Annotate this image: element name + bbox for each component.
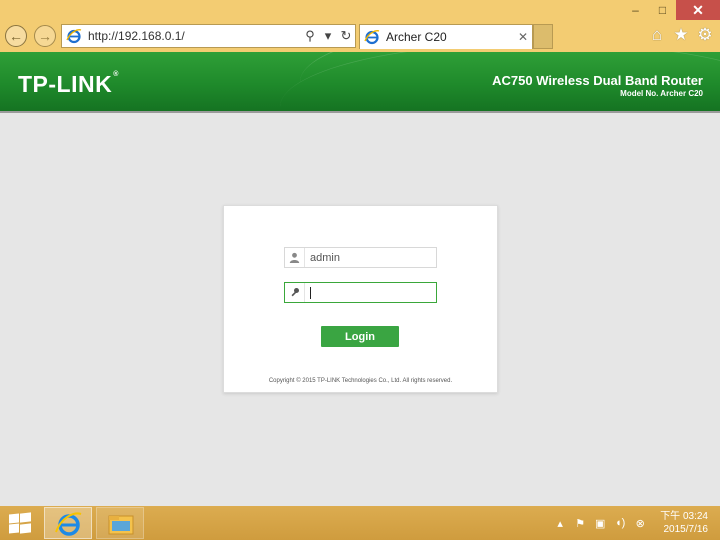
- folder-icon: [108, 515, 134, 535]
- clock-time: 下午 03:24: [660, 511, 708, 522]
- forward-button[interactable]: →: [34, 25, 56, 47]
- browser-chrome: – □ ✕ ← → http://192.168.0.1/ ⚲ ▾ ↻ Arch…: [0, 0, 720, 52]
- model-number: Model No. Archer C20: [620, 89, 703, 98]
- window-controls: – □ ✕: [622, 0, 720, 20]
- home-icon[interactable]: ⌂: [648, 26, 666, 44]
- taskbar-file-explorer[interactable]: [96, 507, 144, 539]
- username-value: admin: [310, 251, 340, 264]
- internet-explorer-icon: [55, 512, 82, 536]
- system-tray: ▴ ⚑ ▣ ◖) ⊗ 下午 03:24 2015/7/16: [550, 506, 720, 540]
- product-name: AC750 Wireless Dual Band Router: [492, 73, 703, 88]
- clock-date: 2015/7/16: [663, 524, 709, 535]
- favorites-star-icon[interactable]: ★: [672, 26, 690, 44]
- show-hidden-icons-chevron-icon[interactable]: ▴: [550, 517, 570, 530]
- new-tab-button[interactable]: [533, 24, 553, 49]
- windows-start-icon[interactable]: [9, 512, 31, 534]
- copyright-text: Copyright © 2015 TP-LINK Technologies Co…: [268, 378, 453, 384]
- login-button[interactable]: Login: [321, 326, 399, 347]
- router-header: TP-LINK® AC750 Wireless Dual Band Router…: [0, 52, 720, 111]
- no-network-icon[interactable]: ⊗: [630, 517, 650, 530]
- maximize-button[interactable]: □: [649, 0, 676, 20]
- close-button[interactable]: ✕: [676, 0, 720, 20]
- volume-icon[interactable]: ◖): [610, 517, 630, 529]
- refresh-icon[interactable]: ↻: [337, 28, 355, 44]
- login-panel: admin Login Copyright © 2015 TP-LINK Tec…: [223, 205, 498, 393]
- user-icon: [285, 248, 305, 267]
- search-icon[interactable]: ⚲: [301, 28, 319, 44]
- minimize-button[interactable]: –: [622, 0, 649, 20]
- taskbar-clock[interactable]: 下午 03:24 2015/7/16: [660, 510, 708, 536]
- address-bar[interactable]: http://192.168.0.1/ ⚲ ▾ ↻: [61, 24, 356, 48]
- action-center-flag-icon[interactable]: ⚑: [570, 517, 590, 530]
- password-field[interactable]: [284, 282, 437, 303]
- ie-page-icon: [66, 28, 82, 44]
- tab-close-icon[interactable]: ✕: [514, 30, 532, 44]
- dropdown-icon[interactable]: ▾: [319, 28, 337, 44]
- forward-arrow-icon: →: [38, 28, 52, 44]
- network-icon[interactable]: ▣: [590, 517, 610, 530]
- username-field[interactable]: admin: [284, 247, 437, 268]
- text-caret: [310, 286, 311, 299]
- key-icon: [285, 283, 305, 302]
- header-divider: [0, 111, 720, 113]
- taskbar-internet-explorer[interactable]: [44, 507, 92, 539]
- tab-archer-c20[interactable]: Archer C20 ✕: [359, 24, 533, 49]
- address-url[interactable]: http://192.168.0.1/: [88, 29, 301, 43]
- taskbar: ▴ ⚑ ▣ ◖) ⊗ 下午 03:24 2015/7/16: [0, 506, 720, 540]
- settings-gear-icon[interactable]: ⚙: [696, 26, 714, 44]
- browser-tools: ⌂ ★ ⚙: [648, 26, 714, 44]
- tab-ie-icon: [364, 29, 380, 45]
- back-button[interactable]: ←: [5, 25, 27, 47]
- back-arrow-icon: ←: [9, 28, 23, 44]
- tab-label: Archer C20: [386, 30, 447, 44]
- tplink-logo: TP-LINK®: [18, 71, 119, 97]
